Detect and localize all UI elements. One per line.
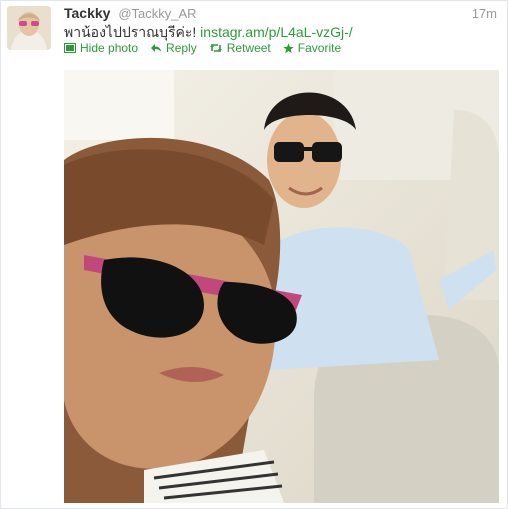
favorite-button[interactable]: Favorite bbox=[283, 41, 341, 55]
reply-button[interactable]: Reply bbox=[150, 41, 197, 55]
tweet-link[interactable]: instagr.am/p/L4aL-vzGj-/ bbox=[200, 24, 353, 40]
favorite-icon bbox=[283, 42, 294, 53]
retweet-button[interactable]: Retweet bbox=[209, 41, 271, 55]
reply-icon bbox=[151, 44, 162, 52]
favorite-label: Favorite bbox=[297, 41, 342, 55]
tweet-actions: Hide photo Reply Retweet Favorite bbox=[64, 41, 341, 55]
user-handle[interactable]: @Tackky_AR bbox=[118, 6, 196, 21]
tweet-header: Tackky @Tackky_AR bbox=[64, 5, 197, 21]
tweet-text: พาน้องไปปราณบุรีค่ะ! bbox=[64, 24, 197, 40]
selfie-photo bbox=[64, 70, 499, 503]
display-name[interactable]: Tackky bbox=[64, 5, 110, 21]
retweet-label: Retweet bbox=[226, 41, 271, 55]
reply-label: Reply bbox=[166, 41, 197, 55]
hide-photo-button[interactable]: Hide photo bbox=[64, 41, 138, 55]
tweet-photo[interactable] bbox=[64, 70, 499, 503]
tweet-card: Tackky @Tackky_AR 17m พาน้องไปปราณบุรีค่… bbox=[0, 0, 508, 509]
hide-photo-label: Hide photo bbox=[80, 41, 139, 55]
retweet-icon bbox=[209, 44, 222, 52]
photo-icon bbox=[64, 43, 76, 53]
avatar-image bbox=[7, 6, 51, 50]
avatar[interactable] bbox=[7, 6, 51, 50]
tweet-timestamp[interactable]: 17m bbox=[472, 6, 497, 21]
